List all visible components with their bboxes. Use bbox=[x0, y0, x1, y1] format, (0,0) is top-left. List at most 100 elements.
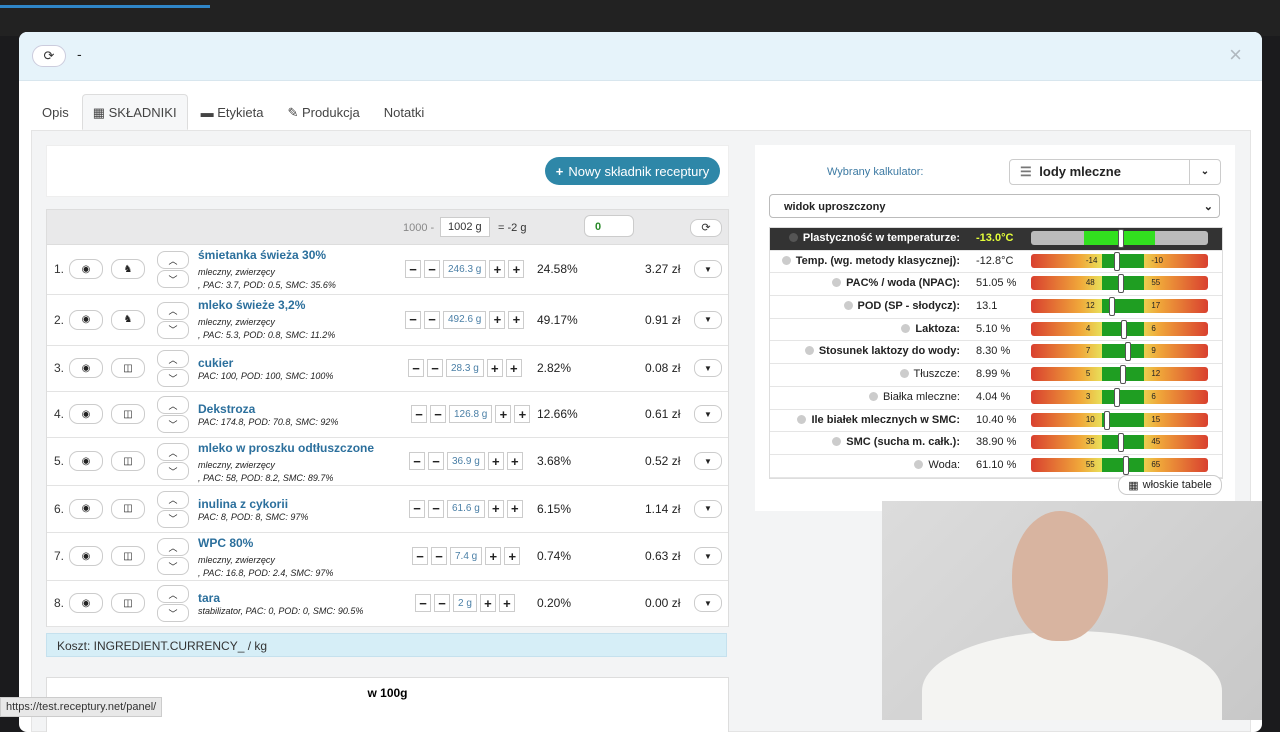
help-icon[interactable] bbox=[843, 301, 853, 311]
ingredient-name[interactable]: WPC 80% bbox=[198, 536, 253, 550]
move-down-button[interactable]: ﹀ bbox=[157, 604, 189, 622]
decrease-button[interactable]: − bbox=[430, 405, 446, 423]
help-icon[interactable] bbox=[901, 323, 911, 333]
decrease-button[interactable]: − bbox=[424, 310, 440, 329]
increase-big-button[interactable]: + bbox=[508, 310, 525, 329]
increase-big-button[interactable]: + bbox=[508, 260, 525, 278]
visibility-toggle[interactable]: ◉ bbox=[69, 498, 103, 519]
quantity-input[interactable]: 2 g bbox=[453, 594, 477, 612]
row-menu-button[interactable]: ▼ bbox=[694, 547, 722, 565]
increase-big-button[interactable]: + bbox=[506, 499, 523, 518]
tab-etykieta[interactable]: ▬ Etykieta bbox=[190, 94, 275, 130]
category-button[interactable]: ◫ bbox=[111, 498, 145, 519]
quantity-input[interactable]: 126.8 g bbox=[449, 405, 493, 423]
ingredient-name[interactable]: tara bbox=[198, 591, 220, 605]
tab-skladniki[interactable]: ▦ SKŁADNIKI bbox=[81, 94, 188, 130]
row-menu-button[interactable]: ▼ bbox=[694, 594, 722, 612]
quantity-input[interactable]: 492.6 g bbox=[443, 310, 487, 329]
ingredient-name[interactable]: cukier bbox=[198, 356, 233, 370]
category-button[interactable]: ◫ bbox=[111, 546, 145, 566]
decrease-button[interactable]: − bbox=[427, 359, 443, 377]
visibility-toggle[interactable]: ◉ bbox=[69, 546, 103, 566]
move-down-button[interactable]: ﹀ bbox=[157, 369, 189, 387]
move-up-button[interactable]: ︿ bbox=[157, 396, 189, 414]
ingredient-name[interactable]: mleko świeże 3,2% bbox=[198, 298, 305, 312]
decrease-big-button[interactable]: − bbox=[405, 310, 421, 329]
italian-tables-button[interactable]: ▦ włoskie tabele bbox=[1118, 475, 1222, 495]
help-icon[interactable] bbox=[797, 414, 807, 424]
new-ingredient-button[interactable]: + Nowy składnik receptury bbox=[545, 157, 720, 185]
move-up-button[interactable]: ︿ bbox=[157, 350, 189, 368]
category-button[interactable]: ◫ bbox=[111, 451, 145, 471]
move-up-button[interactable]: ︿ bbox=[157, 251, 189, 269]
move-up-button[interactable]: ︿ bbox=[157, 585, 189, 603]
increase-button[interactable]: + bbox=[489, 260, 506, 278]
increase-big-button[interactable]: + bbox=[498, 594, 515, 612]
row-menu-button[interactable]: ▼ bbox=[694, 310, 722, 329]
zero-input[interactable]: 0 bbox=[584, 215, 634, 237]
category-button[interactable]: ♞ bbox=[111, 259, 145, 279]
ingredient-name[interactable]: Dekstroza bbox=[198, 402, 255, 416]
help-icon[interactable] bbox=[832, 437, 842, 447]
decrease-button[interactable]: − bbox=[428, 499, 444, 518]
visibility-toggle[interactable]: ◉ bbox=[69, 358, 103, 378]
help-icon[interactable] bbox=[781, 255, 791, 265]
quantity-input[interactable]: 28.3 g bbox=[446, 359, 484, 377]
category-button[interactable]: ◫ bbox=[111, 404, 145, 424]
increase-big-button[interactable]: + bbox=[504, 547, 521, 565]
visibility-toggle[interactable]: ◉ bbox=[69, 404, 103, 424]
decrease-button[interactable]: − bbox=[431, 547, 447, 565]
decrease-big-button[interactable]: − bbox=[409, 452, 425, 470]
increase-big-button[interactable]: + bbox=[505, 359, 522, 377]
category-button[interactable]: ♞ bbox=[111, 309, 145, 330]
move-down-button[interactable]: ﹀ bbox=[157, 462, 189, 480]
move-down-button[interactable]: ﹀ bbox=[157, 415, 189, 433]
decrease-big-button[interactable]: − bbox=[405, 260, 421, 278]
move-up-button[interactable]: ︿ bbox=[157, 538, 189, 556]
decrease-big-button[interactable]: − bbox=[408, 359, 424, 377]
quantity-input[interactable]: 246.3 g bbox=[443, 260, 487, 278]
increase-button[interactable]: + bbox=[486, 359, 503, 377]
calculator-select[interactable]: ☰ lody mleczne ⌄ bbox=[1009, 159, 1221, 185]
quantity-input[interactable]: 36.9 g bbox=[447, 452, 485, 470]
increase-button[interactable]: + bbox=[495, 405, 512, 423]
increase-button[interactable]: + bbox=[489, 310, 506, 329]
help-icon[interactable] bbox=[832, 278, 842, 288]
move-down-button[interactable]: ﹀ bbox=[157, 270, 189, 288]
refresh-button[interactable]: ⟳ bbox=[32, 45, 66, 67]
category-button[interactable]: ◫ bbox=[111, 358, 145, 378]
row-menu-button[interactable]: ▼ bbox=[694, 405, 722, 423]
increase-big-button[interactable]: + bbox=[514, 405, 531, 423]
help-icon[interactable] bbox=[868, 391, 878, 401]
decrease-button[interactable]: − bbox=[434, 594, 450, 612]
close-icon[interactable]: × bbox=[1229, 42, 1242, 68]
ingredient-name[interactable]: śmietanka świeża 30% bbox=[198, 248, 326, 262]
visibility-toggle[interactable]: ◉ bbox=[69, 309, 103, 330]
move-up-button[interactable]: ︿ bbox=[157, 301, 189, 320]
decrease-big-button[interactable]: − bbox=[409, 499, 425, 518]
move-down-button[interactable]: ﹀ bbox=[157, 320, 189, 339]
decrease-big-button[interactable]: − bbox=[412, 547, 428, 565]
move-up-button[interactable]: ︿ bbox=[157, 443, 189, 461]
decrease-big-button[interactable]: − bbox=[415, 594, 431, 612]
decrease-button[interactable]: − bbox=[424, 260, 440, 278]
row-menu-button[interactable]: ▼ bbox=[694, 260, 722, 278]
increase-button[interactable]: + bbox=[487, 499, 504, 518]
quantity-input[interactable]: 61.6 g bbox=[447, 499, 485, 518]
recalc-button[interactable]: ⟳ bbox=[690, 219, 722, 237]
move-down-button[interactable]: ﹀ bbox=[157, 509, 189, 528]
quantity-input[interactable]: 7.4 g bbox=[450, 547, 483, 565]
increase-button[interactable]: + bbox=[479, 594, 496, 612]
category-button[interactable]: ◫ bbox=[111, 593, 145, 613]
row-menu-button[interactable]: ▼ bbox=[694, 499, 722, 518]
visibility-toggle[interactable]: ◉ bbox=[69, 259, 103, 279]
view-select[interactable]: widok uproszczony ⌄ bbox=[769, 194, 1220, 218]
help-icon[interactable] bbox=[914, 459, 924, 469]
tab-produkcja[interactable]: ✎ Produkcja bbox=[276, 94, 370, 130]
row-menu-button[interactable]: ▼ bbox=[694, 359, 722, 377]
visibility-toggle[interactable]: ◉ bbox=[69, 451, 103, 471]
increase-button[interactable]: + bbox=[485, 547, 502, 565]
decrease-button[interactable]: − bbox=[428, 452, 444, 470]
total-weight-input[interactable]: 1002 g bbox=[440, 217, 490, 237]
help-icon[interactable] bbox=[804, 346, 814, 356]
